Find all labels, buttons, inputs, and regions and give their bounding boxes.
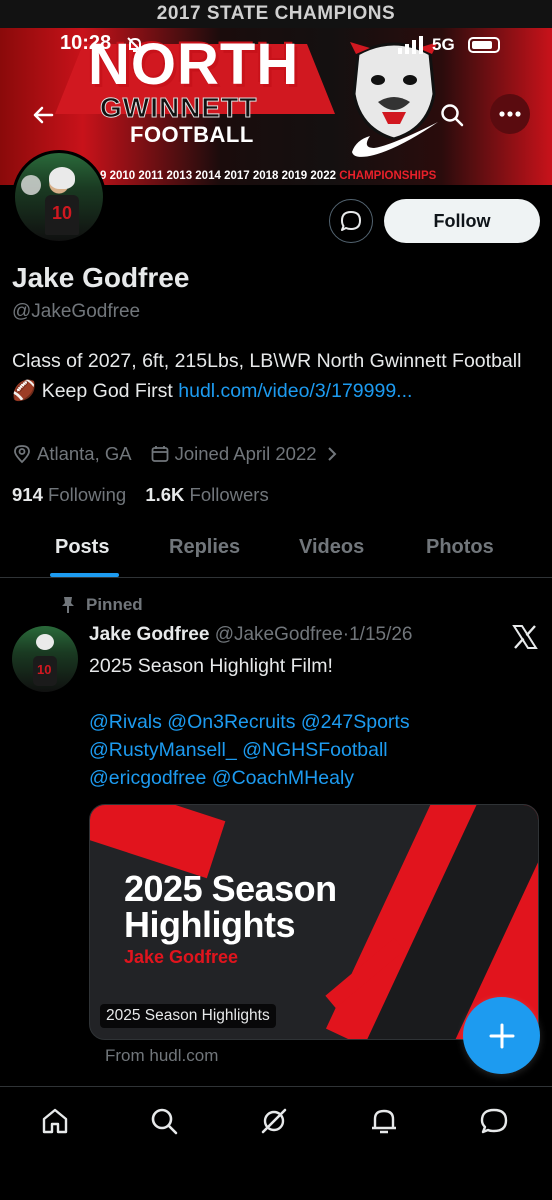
followers-label: Followers bbox=[189, 484, 269, 505]
arrow-left-icon bbox=[33, 106, 54, 124]
grok-icon bbox=[261, 1108, 287, 1134]
profile-meta: Atlanta, GA Joined April 2022 bbox=[12, 443, 362, 465]
avatar-helmet bbox=[49, 167, 75, 189]
banner-school-name-2: GWINNETT bbox=[99, 92, 258, 124]
profile-bio: Class of 2027, 6ft, 215Lbs, LB\WR North … bbox=[12, 346, 532, 406]
banner-years-list: 9 2010 2011 2013 2014 2017 2018 2019 202… bbox=[100, 170, 340, 182]
post-mentions-1[interactable]: @Rivals @On3Recruits @247Sports bbox=[89, 708, 539, 736]
status-time: 10:28 bbox=[60, 32, 112, 54]
nav-search[interactable] bbox=[146, 1103, 182, 1139]
banner-headline: 2017 STATE CHAMPIONS bbox=[156, 3, 396, 24]
search-button[interactable] bbox=[434, 97, 470, 133]
post-mentions-2[interactable]: @RustyMansell_ @NGHSFootball bbox=[89, 736, 539, 764]
profile-avatar[interactable]: 10 bbox=[12, 150, 106, 244]
more-icon bbox=[499, 111, 521, 117]
post-mentions-3[interactable]: @ericgodfree @CoachMHealy bbox=[89, 764, 539, 792]
banner-championships-label: CHAMPIONSHIPS bbox=[339, 170, 437, 182]
chevron-right-icon bbox=[327, 447, 336, 461]
following-count: 914 bbox=[12, 484, 43, 505]
x-logo-icon bbox=[512, 625, 538, 649]
following-link[interactable]: 914 Following bbox=[12, 484, 126, 505]
silent-bell-icon bbox=[127, 37, 143, 53]
post-header: Jake Godfree @JakeGodfree·1/15/26 bbox=[89, 624, 413, 646]
status-bar: 10:28 5G bbox=[0, 32, 552, 60]
tab-replies[interactable]: Replies bbox=[169, 536, 240, 559]
profile-handle: @JakeGodfree bbox=[12, 301, 141, 322]
media-title-line2: Highlights bbox=[124, 904, 295, 945]
search-icon bbox=[441, 104, 464, 127]
banner-years: 9 2010 2011 2013 2014 2017 2018 2019 202… bbox=[100, 170, 436, 182]
tab-photos[interactable]: Photos bbox=[426, 536, 494, 559]
pin-icon bbox=[62, 597, 74, 613]
following-label: Following bbox=[48, 484, 127, 505]
nav-messages[interactable] bbox=[476, 1103, 512, 1139]
avatar-jersey-number: 10 bbox=[52, 203, 73, 223]
signal-icon bbox=[398, 36, 423, 54]
back-button[interactable] bbox=[25, 97, 61, 133]
plus-icon bbox=[489, 1023, 514, 1048]
message-button[interactable] bbox=[329, 199, 373, 243]
message-icon bbox=[480, 1108, 508, 1134]
nav-grok[interactable] bbox=[256, 1103, 292, 1139]
post-media-card[interactable]: 2025 Season Highlights Jake Godfree 2025… bbox=[89, 804, 539, 1040]
location-item: Atlanta, GA bbox=[12, 443, 132, 465]
search-icon bbox=[151, 1108, 178, 1135]
home-icon bbox=[42, 1108, 68, 1134]
bell-icon bbox=[372, 1109, 396, 1134]
media-subtitle: Jake Godfree bbox=[124, 947, 239, 967]
post-author-avatar[interactable]: 10 bbox=[12, 626, 78, 692]
profile-location: Atlanta, GA bbox=[37, 443, 132, 464]
battery-icon bbox=[468, 37, 500, 53]
pinned-label: Pinned bbox=[86, 595, 143, 614]
tab-posts[interactable]: Posts bbox=[55, 536, 109, 559]
post-date[interactable]: 1/15/26 bbox=[349, 624, 412, 645]
media-title: 2025 Season Highlights bbox=[124, 871, 337, 943]
nav-notifications[interactable] bbox=[366, 1103, 402, 1139]
pinned-indicator: Pinned bbox=[60, 595, 143, 615]
bottom-nav bbox=[0, 1086, 552, 1200]
post-body: 2025 Season Highlight Film! @Rivals @On3… bbox=[89, 652, 539, 792]
avatar-background-player bbox=[21, 175, 41, 195]
post-author-handle[interactable]: @JakeGodfree bbox=[215, 624, 343, 645]
follow-counts: 914 Following 1.6K Followers bbox=[12, 484, 269, 506]
bio-link[interactable]: hudl.com/video/3/179999... bbox=[178, 380, 412, 402]
profile-name: Jake Godfree bbox=[12, 262, 190, 293]
media-caption-badge: 2025 Season Highlights bbox=[100, 1004, 276, 1028]
active-tab-indicator bbox=[50, 573, 119, 577]
tab-videos[interactable]: Videos bbox=[299, 536, 364, 559]
more-options-button[interactable] bbox=[490, 94, 530, 134]
calendar-icon bbox=[151, 446, 169, 462]
location-pin-icon bbox=[14, 445, 30, 464]
swoosh-logo-icon bbox=[352, 122, 438, 157]
post-author-name[interactable]: Jake Godfree bbox=[89, 624, 209, 645]
network-type: 5G bbox=[432, 35, 455, 54]
post-text: 2025 Season Highlight Film! bbox=[89, 655, 333, 677]
followers-link[interactable]: 1.6K Followers bbox=[145, 484, 268, 505]
follow-button[interactable]: Follow bbox=[384, 199, 540, 243]
media-title-line1: 2025 Season bbox=[124, 868, 337, 909]
compose-button[interactable] bbox=[463, 997, 540, 1074]
media-source[interactable]: From hudl.com bbox=[105, 1046, 218, 1066]
followers-count: 1.6K bbox=[145, 484, 185, 505]
profile-tabs: Posts Replies Videos Photos bbox=[0, 520, 552, 578]
joined-item[interactable]: Joined April 2022 bbox=[150, 443, 344, 465]
profile-joined: Joined April 2022 bbox=[174, 443, 317, 464]
avatar-helmet bbox=[36, 634, 54, 650]
nav-home[interactable] bbox=[37, 1103, 73, 1139]
avatar-jersey-number: 10 bbox=[37, 662, 52, 677]
banner-sport: FOOTBALL bbox=[130, 122, 254, 147]
message-icon bbox=[341, 211, 361, 231]
